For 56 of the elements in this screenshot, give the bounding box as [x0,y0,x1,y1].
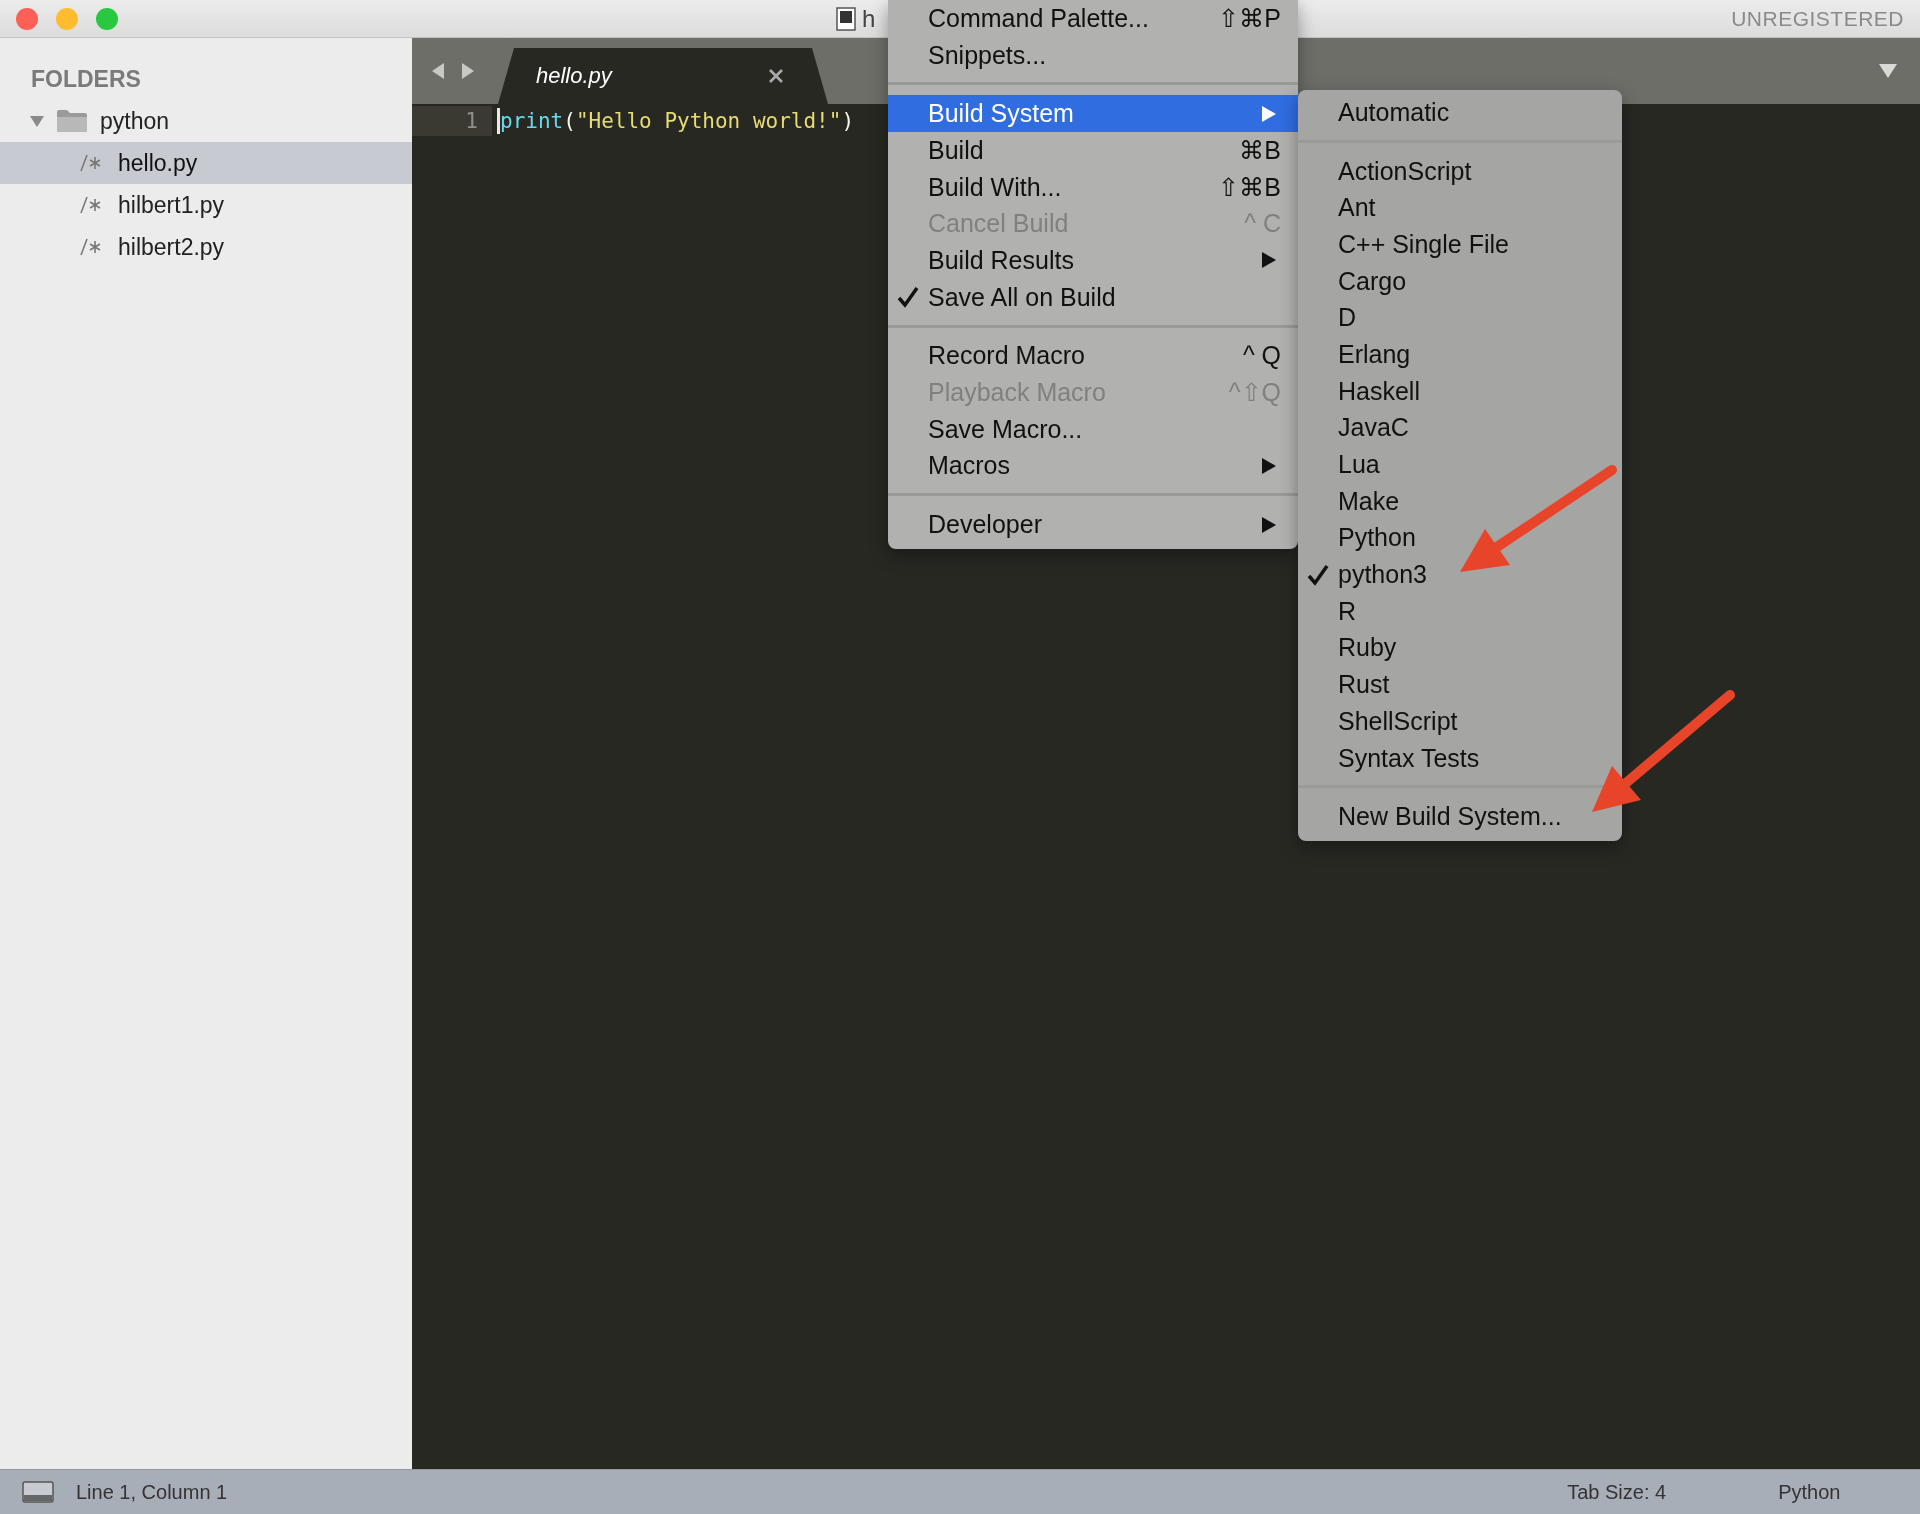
menu-item[interactable]: R [1298,592,1622,630]
menu-item[interactable]: Ant [1298,189,1622,227]
menu-item[interactable]: Build ⌘B [888,132,1298,169]
navigation-arrows-icon[interactable] [430,61,476,81]
menu-item[interactable]: Ruby [1298,629,1622,667]
menu-item[interactable]: Rust [1298,666,1622,703]
menu-item[interactable]: Cargo [1298,262,1622,300]
menu-item[interactable]: Automatic [1298,94,1622,131]
menu-item[interactable]: Syntax Tests [1298,739,1622,777]
zoom-window-button[interactable] [96,7,118,30]
folders-heading: FOLDERS [30,66,141,94]
menu-item[interactable]: JavaC [1298,409,1622,447]
registration-status: UNREGISTERED [1731,6,1904,31]
file-item[interactable]: hilbert2.py [0,226,412,268]
menu-item[interactable]: Build With... ⇧⌘B [888,168,1298,206]
menu-item[interactable]: Python [1298,519,1622,557]
line-number: 1 [412,106,492,136]
menu-item[interactable]: New Build System... [1298,798,1622,836]
menu-item[interactable]: Lua [1298,446,1622,483]
file-item[interactable]: hello.py [0,142,412,184]
menu-item[interactable]: Record Macro ^ Q [888,337,1298,375]
file-item[interactable]: hilbert1.py [0,184,412,226]
menu-item[interactable]: D [1298,299,1622,337]
disclosure-triangle-icon[interactable] [30,114,44,128]
code-file-icon [80,196,102,214]
folder-icon [56,109,88,133]
editor-tab[interactable]: hello.py [498,48,828,104]
folder-name[interactable]: python [100,107,170,135]
menu-item[interactable]: C++ Single File [1298,226,1622,263]
code-file-icon [80,154,102,172]
code-file-icon [80,238,102,256]
menu-item[interactable]: Developer [888,506,1298,543]
menu-item[interactable]: Build System [888,95,1298,133]
text-cursor [497,108,500,134]
menu-item[interactable]: python3 [1298,556,1622,593]
menu-item[interactable]: Save All on Build [888,278,1298,316]
menu-item[interactable]: Erlang [1298,336,1622,373]
tab-size[interactable]: Tab Size: 4 [1567,1480,1667,1504]
document-icon [836,6,856,31]
panel-toggle-icon[interactable] [22,1481,54,1503]
menu-item[interactable]: Build Results [888,242,1298,279]
menu-item[interactable]: Snippets... [888,36,1298,74]
menu-item[interactable]: Command Palette... ⇧⌘P [888,0,1298,37]
menu-item[interactable]: ActionScript [1298,152,1622,190]
menu-item[interactable]: Make [1298,482,1622,520]
window-title: h [862,4,876,33]
menu-item[interactable]: ShellScript [1298,703,1622,740]
menu-item[interactable]: Macros [888,447,1298,485]
dropdown-triangle-icon[interactable] [1878,63,1898,79]
close-icon[interactable] [768,68,784,84]
menu-item[interactable]: Save Macro... [888,410,1298,448]
syntax-mode[interactable]: Python [1778,1480,1841,1504]
close-window-button[interactable] [16,7,38,30]
cursor-position: Line 1, Column 1 [76,1480,228,1504]
menu-item[interactable]: Haskell [1298,372,1622,410]
code-line: print("Hello Python world!") [500,109,855,133]
